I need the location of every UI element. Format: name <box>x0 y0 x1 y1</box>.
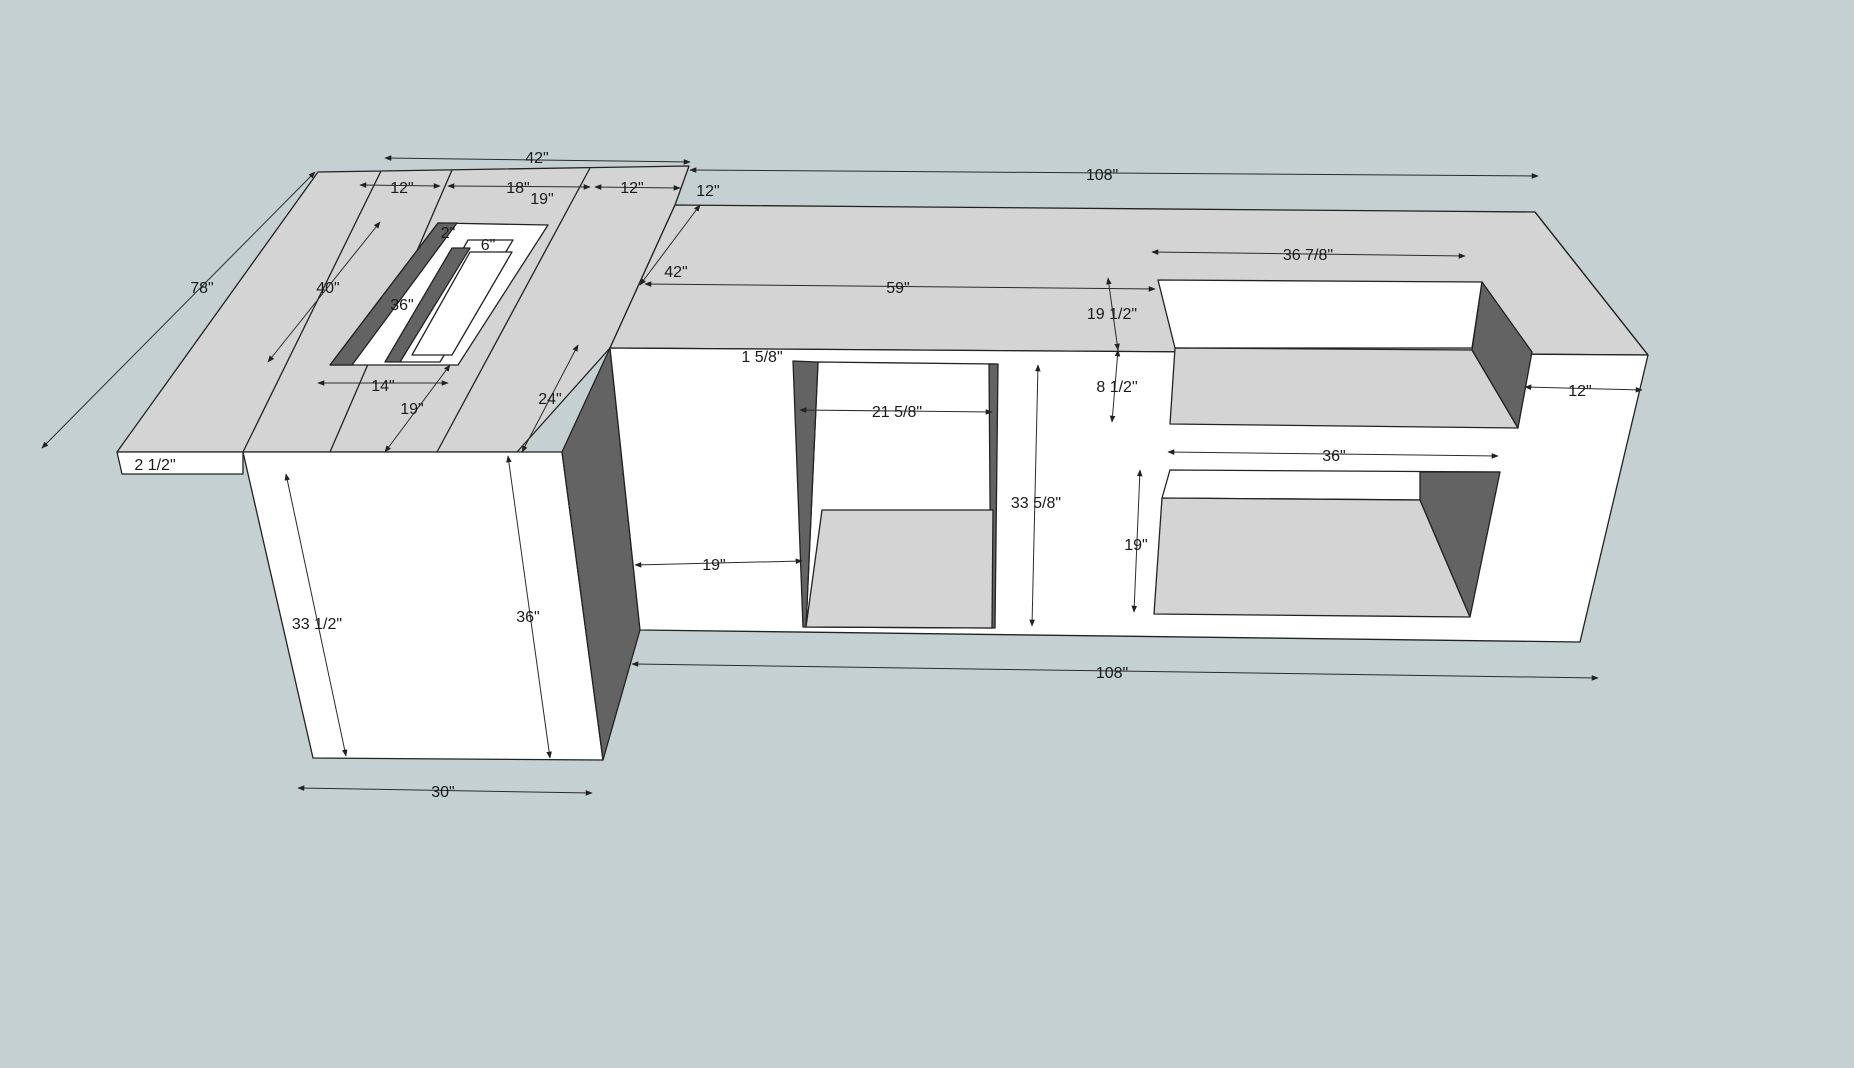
bar-front-face <box>242 451 604 761</box>
dim-gap-1-5-8: 1 5/8" <box>741 349 782 366</box>
dim-small-12: 12" <box>696 183 719 200</box>
dim-lower-19: 19" <box>1124 537 1147 554</box>
grill-recess-floor <box>1169 347 1519 429</box>
dim-span-59: 59" <box>886 280 909 297</box>
left-bar-island <box>116 165 690 761</box>
grill-recess-back <box>1157 279 1483 349</box>
dim-lower-36: 36" <box>1322 448 1345 465</box>
dim-cutout-19-top: 19" <box>530 191 553 208</box>
dim-opening-21-5-8: 21 5/8" <box>872 404 922 421</box>
center-opening-floor <box>805 509 994 629</box>
dim-grill-8-5: 8 1/2" <box>1096 379 1137 396</box>
dim-height-33-5: 33 1/2" <box>292 616 342 633</box>
dim-offset-19: 19" <box>702 557 725 574</box>
dim-seg-12-right: 12" <box>620 180 643 197</box>
lower-opening-floor <box>1153 497 1471 618</box>
dim-depth-24: 24" <box>538 391 561 408</box>
dim-cutout-40: 40" <box>316 280 339 297</box>
dim-cutout-36: 36" <box>390 297 413 314</box>
dim-seg-18: 18" <box>506 180 529 197</box>
dim-cutout-14: 14" <box>371 378 394 395</box>
dim-grill-19-5: 19 1/2" <box>1087 306 1137 323</box>
dim-length-108-top: 108" <box>1086 167 1118 184</box>
dim-depth-78: 78" <box>190 280 213 297</box>
dim-cutout-6: 6" <box>481 237 496 254</box>
dim-top-width-left: 42" <box>525 150 548 167</box>
main-cabinet <box>609 204 1649 643</box>
dim-cutout-19-bottom: 19" <box>400 401 423 418</box>
dim-seg-12-left: 12" <box>390 180 413 197</box>
dim-depth-42-right: 42" <box>664 264 687 281</box>
dim-grill-36-7-8: 36 7/8" <box>1283 247 1333 264</box>
dim-width-30: 30" <box>431 784 454 801</box>
sketchup-viewport: 42" 12" 18" 12" 12" 108" 78" 19" 2" 6" 4… <box>41 150 1649 801</box>
dim-length-108-bottom: 108" <box>1096 665 1128 682</box>
dim-height-36: 36" <box>516 609 539 626</box>
dim-height-33-5-8: 33 5/8" <box>1011 495 1061 512</box>
dim-end-12: 12" <box>1568 383 1591 400</box>
dim-cutout-2: 2" <box>441 225 456 242</box>
dim-thickness-2-5: 2 1/2" <box>134 457 175 474</box>
